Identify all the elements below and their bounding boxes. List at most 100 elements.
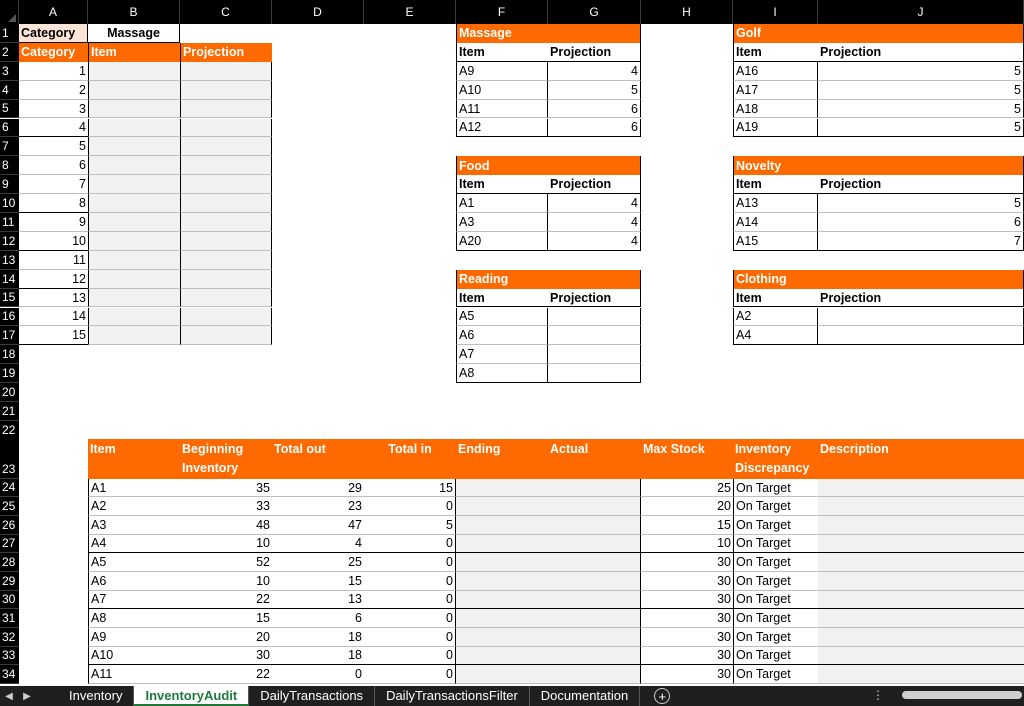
category-number-cell[interactable]: 12 [19, 270, 88, 289]
inv-total-in-cell[interactable]: 0 [364, 553, 456, 572]
item-input-cell[interactable] [88, 80, 180, 100]
inv-ending-cell[interactable] [456, 516, 548, 535]
projection-input-cell[interactable] [180, 288, 272, 308]
inv-description-cell[interactable] [818, 553, 1024, 572]
inv-ending-cell[interactable] [456, 534, 548, 554]
block-projection-cell[interactable] [548, 307, 641, 327]
inv-beginning-inventory-cell[interactable]: 22 [180, 591, 272, 610]
inv-max-stock-cell[interactable]: 10 [641, 535, 733, 554]
block-item-cell[interactable]: A15 [733, 231, 818, 251]
item-input-cell[interactable] [88, 137, 180, 157]
row-header-26[interactable]: 26 [0, 516, 19, 535]
row-header-10[interactable]: 10 [0, 194, 19, 213]
block-title-massage[interactable]: Massage [456, 24, 641, 43]
inv-item-cell[interactable]: A2 [88, 497, 180, 516]
inv-total-in-cell[interactable]: 0 [364, 609, 456, 628]
inv-description-cell[interactable] [818, 571, 1024, 591]
inv-ending-cell[interactable] [456, 646, 548, 666]
inv-item-cell[interactable]: A10 [88, 646, 180, 666]
block-projection-cell[interactable]: 4 [548, 231, 641, 251]
column-header-b[interactable]: B [88, 0, 180, 24]
category-number-cell[interactable]: 1 [19, 62, 88, 81]
block-item-cell[interactable]: A4 [733, 326, 818, 346]
block-item-cell[interactable]: A17 [733, 80, 818, 100]
inv-ending-cell[interactable] [456, 590, 548, 610]
inv-total-out-cell[interactable]: 25 [272, 553, 364, 572]
inv-item-cell[interactable]: A6 [88, 571, 180, 591]
row-header-15[interactable]: 15 [0, 288, 19, 308]
row-header-28[interactable]: 28 [0, 553, 19, 572]
inv-total-out-cell[interactable]: 13 [272, 591, 364, 610]
row-header-22[interactable]: 22 [0, 420, 19, 440]
row-header-34[interactable]: 34 [0, 665, 19, 684]
item-input-cell[interactable] [88, 326, 180, 346]
inv-total-in-cell[interactable]: 5 [364, 516, 456, 535]
inv-header-total-in[interactable]: Total in [364, 438, 456, 479]
block-projection-cell[interactable]: 6 [548, 118, 641, 138]
item-input-cell[interactable] [88, 118, 180, 138]
inv-inventory-discrepancy-cell[interactable]: On Target [733, 665, 818, 684]
block-item-header-clothing[interactable]: Item [733, 288, 818, 308]
block-item-cell[interactable]: A7 [456, 345, 548, 365]
add-sheet-icon[interactable]: + [654, 688, 671, 704]
row-header-19[interactable]: 19 [0, 364, 19, 384]
block-projection-cell[interactable] [548, 326, 641, 346]
inv-item-cell[interactable]: A4 [88, 534, 180, 554]
block-projection-cell[interactable] [818, 307, 1024, 327]
projection-input-cell[interactable] [180, 175, 272, 195]
tab-daily-transactions[interactable]: DailyTransactions [249, 686, 376, 706]
column-header-g[interactable]: G [548, 0, 641, 24]
block-projection-header-clothing[interactable]: Projection [818, 288, 1024, 308]
inv-header-total-out[interactable]: Total out [272, 438, 364, 479]
inv-ending-cell[interactable] [456, 609, 548, 628]
inv-inventory-discrepancy-cell[interactable]: On Target [733, 534, 818, 554]
block-item-cell[interactable]: A12 [456, 118, 548, 138]
inv-header-ending[interactable]: Ending [456, 438, 548, 479]
inv-max-stock-cell[interactable]: 30 [641, 591, 733, 610]
block-item-cell[interactable]: A10 [456, 80, 548, 100]
item-input-cell[interactable] [88, 250, 180, 270]
inv-description-cell[interactable] [818, 534, 1024, 554]
category-number-cell[interactable]: 8 [19, 194, 88, 213]
inv-actual-cell[interactable] [548, 516, 641, 535]
row-header-23[interactable]: 23 [0, 438, 19, 479]
tab-options-icon[interactable]: ⋮ [872, 688, 884, 702]
inv-description-cell[interactable] [818, 516, 1024, 535]
inv-total-in-cell[interactable]: 0 [364, 590, 456, 610]
inv-item-cell[interactable]: A8 [88, 609, 180, 628]
inv-description-cell[interactable] [818, 665, 1024, 684]
inv-description-cell[interactable] [818, 627, 1024, 647]
inv-actual-cell[interactable] [548, 665, 641, 684]
row-header-9[interactable]: 9 [0, 175, 19, 195]
inv-beginning-inventory-cell[interactable]: 20 [180, 628, 272, 647]
block-item-header-reading[interactable]: Item [456, 288, 548, 308]
item-input-cell[interactable] [88, 213, 180, 232]
item-input-cell[interactable] [88, 175, 180, 195]
block-item-cell[interactable]: A16 [733, 61, 818, 81]
inv-inventory-discrepancy-cell[interactable]: On Target [733, 478, 818, 498]
projection-input-cell[interactable] [180, 137, 272, 157]
category-number-cell[interactable]: 14 [19, 308, 88, 327]
category-number-cell[interactable]: 10 [19, 232, 88, 251]
inv-beginning-inventory-cell[interactable]: 35 [180, 479, 272, 498]
category-number-cell[interactable]: 5 [19, 137, 88, 157]
block-projection-header-reading[interactable]: Projection [548, 288, 641, 308]
inv-header-inventory-discrepancy[interactable]: Inventory Discrepancy [733, 438, 818, 479]
inv-total-out-cell[interactable]: 29 [272, 479, 364, 498]
row-header-7[interactable]: 7 [0, 137, 19, 157]
block-item-header-golf[interactable]: Item [733, 42, 818, 62]
row-header-21[interactable]: 21 [0, 402, 19, 421]
inv-total-in-cell[interactable]: 15 [364, 478, 456, 498]
block-item-cell[interactable]: A18 [733, 99, 818, 119]
projection-input-cell[interactable] [180, 156, 272, 176]
column-header-f[interactable]: F [456, 0, 548, 24]
category-number-cell[interactable]: 2 [19, 81, 88, 100]
block-title-food[interactable]: Food [456, 156, 641, 176]
tab-prev-icon[interactable]: ◀ [0, 691, 18, 702]
block-item-cell[interactable]: A20 [456, 231, 548, 251]
projection-input-cell[interactable] [180, 80, 272, 100]
inv-max-stock-cell[interactable]: 30 [641, 647, 733, 666]
inv-description-cell[interactable] [818, 497, 1024, 516]
inv-description-cell[interactable] [818, 646, 1024, 666]
block-item-cell[interactable]: A9 [456, 61, 548, 81]
